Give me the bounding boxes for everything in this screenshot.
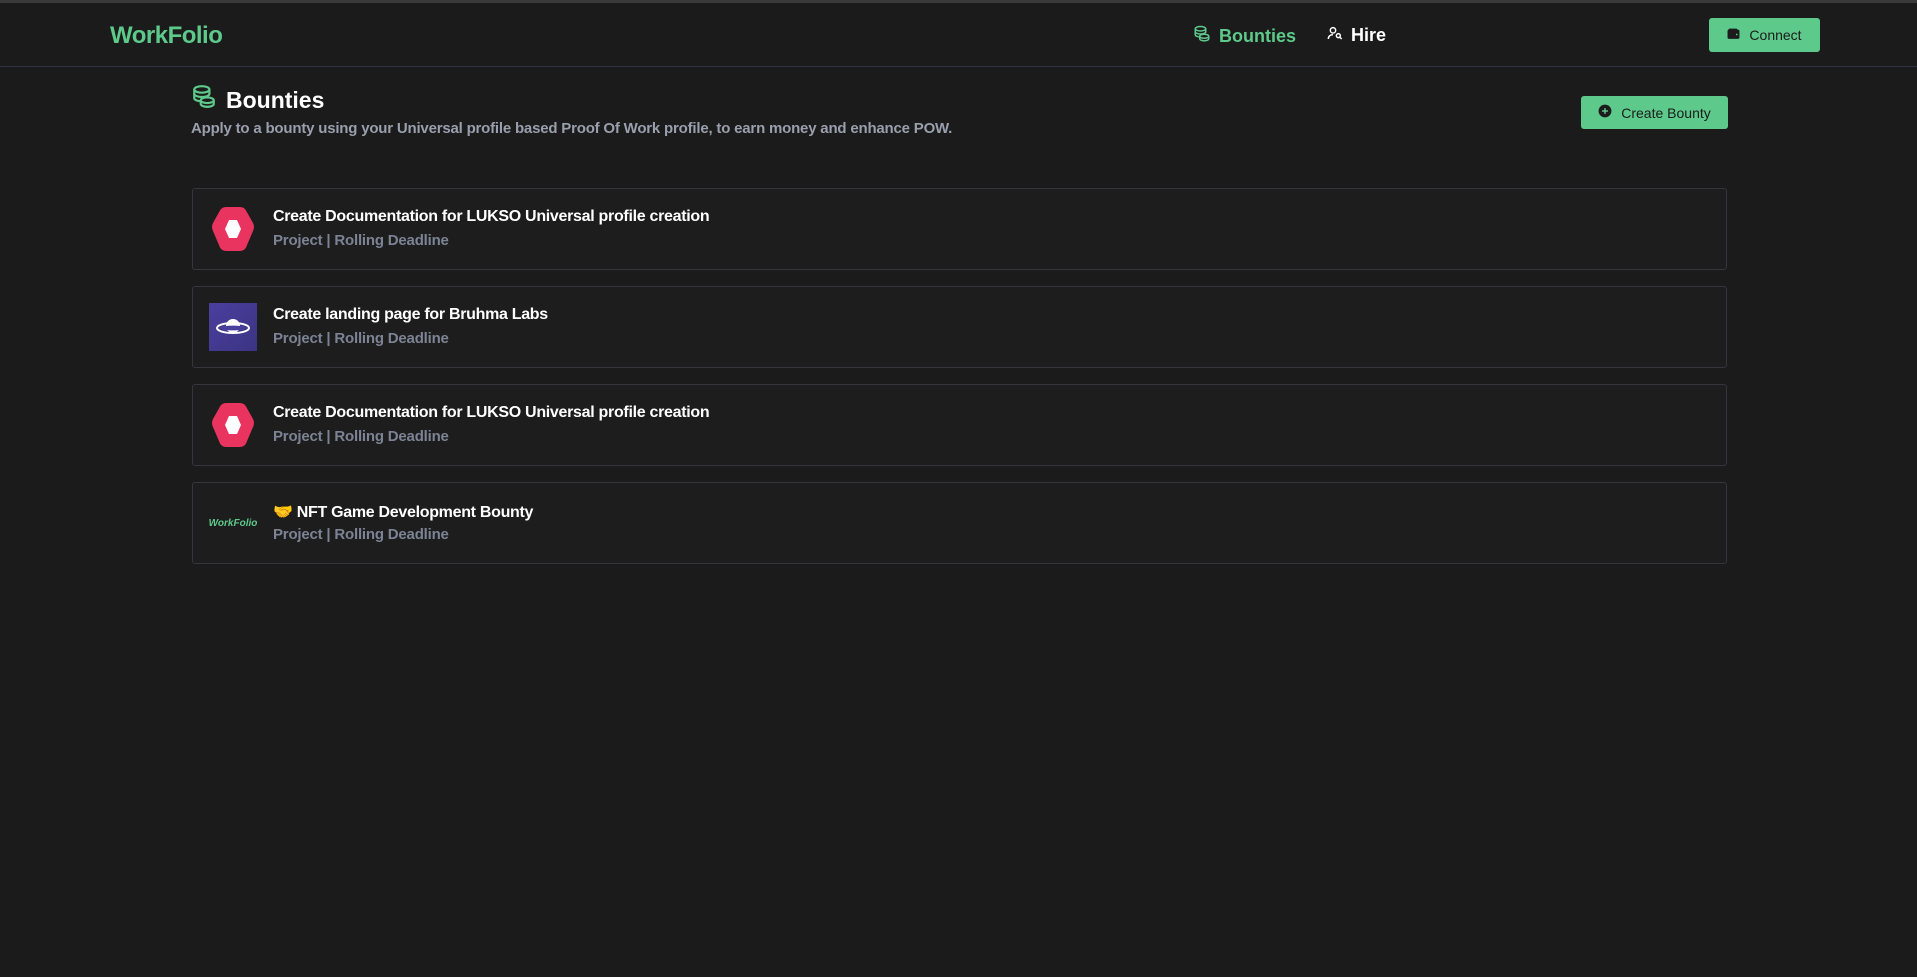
bounty-title: Create Documentation for LUKSO Universal… [273, 404, 710, 421]
bounty-meta: Project | Rolling Deadline [273, 526, 449, 543]
connect-label: Connect [1749, 27, 1802, 43]
page-header: Bounties Apply to a bounty using your Un… [191, 84, 1728, 137]
wallet-icon [1727, 27, 1740, 43]
bounty-title: Create Documentation for LUKSO Universal… [273, 208, 710, 225]
bounty-card[interactable]: Create Documentation for LUKSO Universal… [192, 384, 1727, 466]
lukso-hexagon-logo [209, 205, 257, 253]
bounty-card[interactable]: Create landing page for Bruhma Labs Proj… [192, 286, 1727, 368]
brand-logo[interactable]: WorkFolio [110, 22, 223, 50]
bounty-meta: Project | Rolling Deadline [273, 232, 449, 249]
page-subtitle: Apply to a bounty using your Universal p… [191, 120, 953, 137]
bounty-title: 🤝 NFT Game Development Bounty [273, 504, 534, 521]
nav-hire[interactable]: Hire [1327, 25, 1386, 46]
create-bounty-label: Create Bounty [1621, 104, 1711, 121]
lukso-hexagon-logo [209, 401, 257, 449]
create-bounty-button[interactable]: Create Bounty [1581, 96, 1728, 129]
nav-bounties-label: Bounties [1219, 26, 1297, 46]
workfolio-logo: WorkFolio [208, 499, 258, 547]
bounty-card[interactable]: Create Documentation for LUKSO Universal… [192, 188, 1727, 270]
bounty-list: Create Documentation for LUKSO Universal… [192, 188, 1727, 580]
bounty-meta: Project | Rolling Deadline [273, 330, 449, 347]
workfolio-logo-text: WorkFolio [208, 517, 258, 529]
bounty-card[interactable]: WorkFolio 🤝 NFT Game Development Bounty … [192, 482, 1727, 564]
nav-hire-label: Hire [1351, 25, 1387, 45]
top-navbar: WorkFolio Bounties Hire Connect [0, 3, 1917, 67]
coins-stack-icon [191, 84, 217, 116]
plus-circle-icon [1598, 104, 1612, 121]
page-title-text: Bounties [226, 86, 325, 113]
bounty-title: Create landing page for Bruhma Labs [273, 306, 548, 323]
nav-bounties[interactable]: Bounties [1193, 25, 1296, 48]
user-search-icon [1327, 25, 1343, 46]
bruhma-planet-logo [209, 303, 257, 351]
page-title: Bounties [191, 84, 1728, 116]
bounty-meta: Project | Rolling Deadline [273, 428, 449, 445]
connect-wallet-button[interactable]: Connect [1709, 18, 1820, 52]
coins-stack-icon [1193, 25, 1211, 48]
